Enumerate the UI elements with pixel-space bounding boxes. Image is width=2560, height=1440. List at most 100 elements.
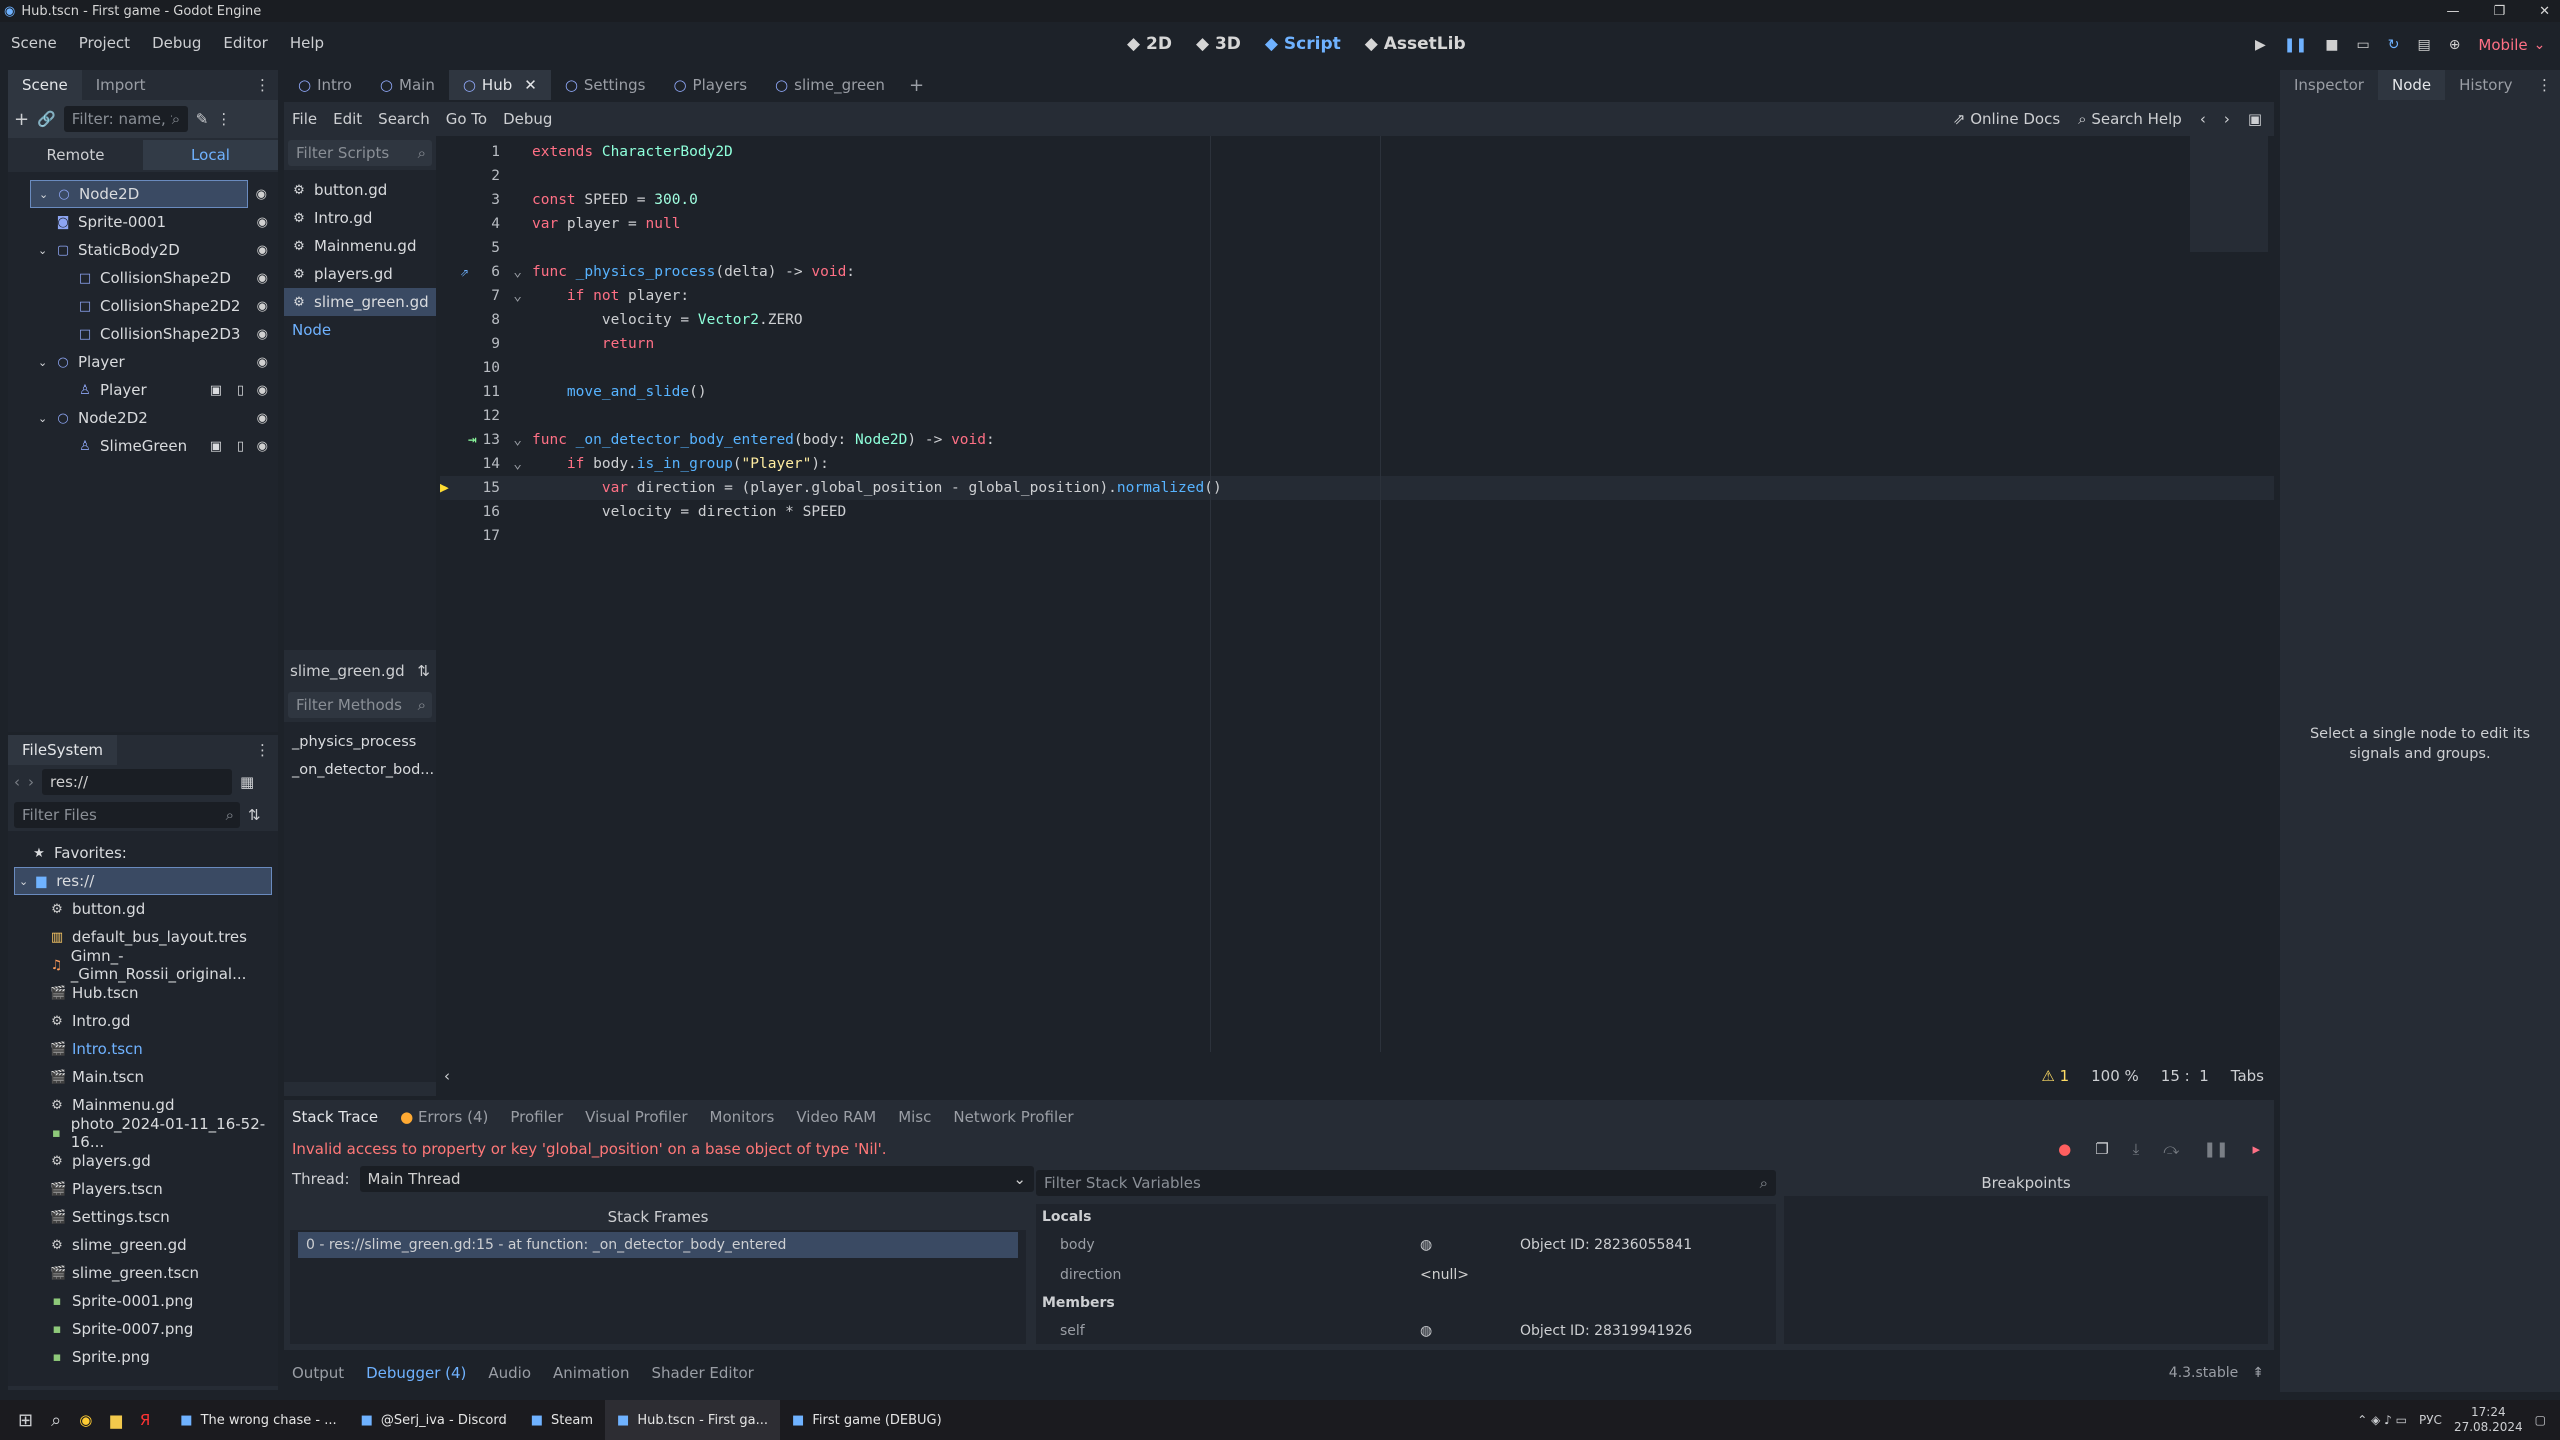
line-number[interactable]: 4	[440, 212, 510, 236]
script-menu-edit[interactable]: Edit	[333, 110, 362, 128]
scene-tree-item[interactable]: □ CollisionShape2D3 ◉	[8, 320, 278, 348]
dock-menu-icon[interactable]: ⋮	[255, 76, 270, 94]
script-icon[interactable]: ▯	[237, 383, 244, 398]
local-button[interactable]: Local	[143, 140, 278, 170]
taskbar-item[interactable]: ■ @Serj_iva - Discord	[349, 1400, 519, 1440]
scene-tab-settings[interactable]: ○ Settings	[551, 70, 660, 100]
workspace-script[interactable]: ◆ Script	[1265, 34, 1341, 54]
fold-icon[interactable]: ⌄	[513, 284, 522, 308]
fold-icon[interactable]: ⌄	[513, 260, 522, 284]
method-item[interactable]: _on_detector_bod...	[284, 756, 436, 784]
script-list-item[interactable]: Node	[284, 316, 436, 344]
thread-select[interactable]: Main Thread ⌄	[359, 1166, 1034, 1192]
code-line[interactable]: 6 ⌄ ⇗ func _physics_process(delta) -> void:	[440, 260, 2274, 284]
tab-scene[interactable]: Scene	[8, 70, 82, 100]
language-indicator[interactable]: РУС	[2419, 1413, 2442, 1427]
tab-history[interactable]: History	[2445, 70, 2526, 100]
code-editor[interactable]: 1 extends CharacterBody2D 2 3 const SPEED = …	[440, 136, 2274, 1052]
taskbar-item[interactable]: ■ First game (DEBUG)	[780, 1400, 954, 1440]
pin-icon[interactable]: ⇞	[2252, 1365, 2264, 1381]
chrome-icon[interactable]: ◉	[79, 1411, 92, 1429]
play-icon[interactable]: ▶	[2255, 37, 2266, 53]
clock[interactable]: 17:24 27.08.2024	[2454, 1405, 2523, 1435]
line-number[interactable]: 12	[440, 404, 510, 428]
tab-inspector[interactable]: Inspector	[2280, 70, 2378, 100]
prev-script-icon[interactable]: ‹	[2200, 110, 2206, 128]
bottom-tab[interactable]: Animation	[553, 1364, 629, 1382]
script-menu-debug[interactable]: Debug	[503, 110, 552, 128]
break-icon[interactable]: ❚❚	[2203, 1140, 2228, 1158]
scene-tab-intro[interactable]: ○ Intro	[284, 70, 366, 100]
code-line[interactable]: 16 velocity = direction * SPEED	[440, 500, 2274, 524]
script-icon[interactable]: ▯	[237, 439, 244, 454]
line-number[interactable]: 11	[440, 380, 510, 404]
visibility-icon[interactable]: ◉	[257, 327, 268, 342]
scene-tab-main[interactable]: ○ Main	[366, 70, 449, 100]
method-item[interactable]: _physics_process	[284, 728, 436, 756]
workspace-2d[interactable]: ◆ 2D	[1127, 34, 1172, 54]
workspace-assetlib[interactable]: ◆ AssetLib	[1365, 34, 1466, 54]
line-number[interactable]: 5	[440, 236, 510, 260]
online-docs-button[interactable]: ⇗ Online Docs	[1953, 110, 2060, 128]
link-icon[interactable]: 🔗	[37, 110, 56, 128]
code-line[interactable]: 9 return	[440, 332, 2274, 356]
filter-scripts-input[interactable]: Filter Scripts ⌕	[288, 140, 432, 166]
variable-row[interactable]: direction <null>	[1036, 1260, 1776, 1290]
scene-tree-item[interactable]: ⌄ ▢ StaticBody2D ◉	[8, 236, 278, 264]
bottom-tab[interactable]: Debugger (4)	[366, 1364, 466, 1382]
stack-frame-row[interactable]: 0 - res://slime_green.gd:15 - at functio…	[298, 1232, 1018, 1258]
visibility-icon[interactable]: ◉	[257, 215, 268, 230]
renderer-select[interactable]: Mobile	[2478, 36, 2527, 54]
fold-icon[interactable]: ⌄	[513, 428, 522, 452]
filter-stack-vars-input[interactable]: Filter Stack Variables ⌕	[1036, 1170, 1776, 1196]
file-item[interactable]: 🎬 Intro.tscn	[8, 1035, 278, 1063]
debugger-tab[interactable]: Monitors	[710, 1108, 775, 1126]
line-number[interactable]: 9	[440, 332, 510, 356]
forward-icon[interactable]: ›	[28, 773, 34, 791]
close-window-button[interactable]: ✕	[2539, 4, 2550, 19]
line-number[interactable]: 7 ⌄	[440, 284, 522, 308]
code-line[interactable]: 13 ⌄ ⇥ func _on_detector_body_entered(body:…	[440, 428, 2274, 452]
file-item[interactable]: ⚙ slime_green.gd	[8, 1231, 278, 1259]
file-item[interactable]: ▪ photo_2024-01-11_16-52-16...	[8, 1115, 278, 1151]
distraction-free-icon[interactable]: ▣	[2248, 110, 2262, 128]
yandex-icon[interactable]: Я	[140, 1411, 150, 1429]
line-number[interactable]: 2	[440, 164, 510, 188]
favorites-item[interactable]: ★ Favorites:	[8, 839, 278, 867]
bottom-tab[interactable]: Output	[292, 1364, 344, 1382]
script-menu-search[interactable]: Search	[378, 110, 430, 128]
scene-tree-item[interactable]: ♙ Player ▣ ▯ ◉	[8, 376, 278, 404]
debugger-tab[interactable]: Visual Profiler	[585, 1108, 687, 1126]
menu-debug[interactable]: Debug	[152, 34, 201, 52]
taskbar-item[interactable]: ■ Hub.tscn - First ga...	[605, 1400, 781, 1440]
dock-menu-icon[interactable]: ⋮	[255, 741, 270, 759]
file-explorer-icon[interactable]: ▆	[110, 1411, 122, 1429]
bottom-tab[interactable]: Audio	[488, 1364, 531, 1382]
filter-methods-input[interactable]: Filter Methods ⌕	[288, 692, 432, 718]
visibility-icon[interactable]: ◉	[257, 383, 268, 398]
continue-icon[interactable]: ▸	[2252, 1140, 2260, 1158]
line-number[interactable]: 15 ▶	[440, 476, 510, 500]
code-line[interactable]: 14 ⌄ if body.is_in_group("Player"):	[440, 452, 2274, 476]
res-root-item[interactable]: ⌄ ▆ res://	[14, 867, 272, 895]
menu-scene[interactable]: Scene	[11, 34, 57, 52]
debugger-tab[interactable]: Profiler	[510, 1108, 563, 1126]
remote-debug-icon[interactable]: ▭	[2356, 37, 2369, 53]
code-line[interactable]: 4 var player = null	[440, 212, 2274, 236]
file-item[interactable]: 🎬 Main.tscn	[8, 1063, 278, 1091]
instance-icon[interactable]: ▣	[210, 439, 222, 454]
scene-tab-slime_green[interactable]: ○ slime_green	[761, 70, 899, 100]
scene-tree-item[interactable]: ♙ SlimeGreen ▣ ▯ ◉	[8, 432, 278, 460]
scene-tree-item[interactable]: ⌄ ○ Player ◉	[8, 348, 278, 376]
tab-node[interactable]: Node	[2377, 70, 2446, 100]
filter-files-input[interactable]: Filter Files ⌕	[14, 802, 240, 828]
step-into-icon[interactable]: ⤓	[2133, 1140, 2140, 1158]
line-number[interactable]: 1	[440, 140, 510, 164]
sort-icon[interactable]: ⇅	[248, 806, 261, 824]
tray-icons[interactable]: ⌃ ◈ ♪ ▭	[2357, 1413, 2407, 1427]
windows-start-icon[interactable]: ⊞	[18, 1410, 33, 1431]
visibility-icon[interactable]: ◉	[257, 299, 268, 314]
tab-import[interactable]: Import	[82, 70, 160, 100]
notifications-icon[interactable]: ▢	[2535, 1413, 2546, 1427]
line-number[interactable]: 16	[440, 500, 510, 524]
